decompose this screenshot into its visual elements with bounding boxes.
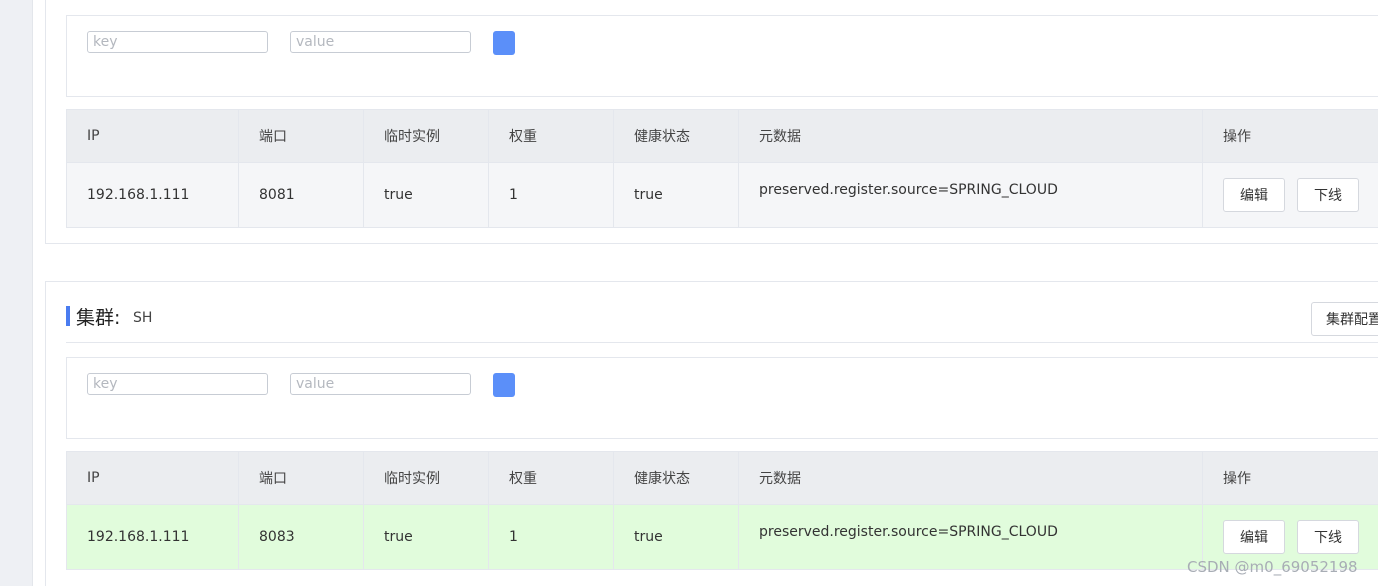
cell-ephemeral: true bbox=[364, 504, 489, 569]
offline-button[interactable]: 下线 bbox=[1297, 520, 1359, 554]
filter-value-input[interactable] bbox=[290, 373, 471, 395]
cell-health: true bbox=[614, 504, 739, 569]
header-ephemeral: 临时实例 bbox=[364, 452, 489, 504]
header-health: 健康状态 bbox=[614, 110, 739, 162]
left-sidebar-edge bbox=[0, 0, 33, 586]
cell-actions: 编辑 下线 bbox=[1203, 162, 1378, 227]
header-ip: IP bbox=[67, 110, 239, 162]
header-actions: 操作 bbox=[1223, 471, 1251, 487]
cluster-card-sh: 集群: SH 集群配置 IP 端口 临时实例 权重 健康状态 元数据 操作 19… bbox=[45, 281, 1378, 586]
cell-ip: 192.168.1.111 bbox=[67, 162, 239, 227]
cell-weight: 1 bbox=[489, 504, 614, 569]
table-header: IP 端口 临时实例 权重 健康状态 元数据 操作 bbox=[67, 110, 1378, 162]
header-ip: IP bbox=[67, 452, 239, 504]
header-port: 端口 bbox=[239, 452, 364, 504]
metadata-filter bbox=[66, 357, 1378, 439]
filter-value-input[interactable] bbox=[290, 31, 471, 53]
metadata-filter bbox=[66, 15, 1378, 97]
cluster-card-1: IP 端口 临时实例 权重 健康状态 元数据 操作 192.168.1.111 … bbox=[45, 0, 1378, 244]
cell-port: 8083 bbox=[239, 504, 364, 569]
header-metadata: 元数据 bbox=[739, 110, 1203, 162]
header-metadata: 元数据 bbox=[739, 452, 1203, 504]
cell-port: 8081 bbox=[239, 162, 364, 227]
cluster-label: 集群: bbox=[76, 307, 121, 329]
cell-health: true bbox=[614, 162, 739, 227]
cluster-config-button[interactable]: 集群配置 bbox=[1311, 302, 1378, 336]
page: IP 端口 临时实例 权重 健康状态 元数据 操作 192.168.1.111 … bbox=[0, 0, 1378, 586]
filter-add-button[interactable] bbox=[493, 373, 515, 397]
cell-weight: 1 bbox=[489, 162, 614, 227]
instance-table: IP 端口 临时实例 权重 健康状态 元数据 操作 192.168.1.111 … bbox=[66, 109, 1378, 228]
edit-button[interactable]: 编辑 bbox=[1223, 178, 1285, 212]
header-port: 端口 bbox=[239, 110, 364, 162]
header-weight: 权重 bbox=[489, 452, 614, 504]
offline-button[interactable]: 下线 bbox=[1297, 178, 1359, 212]
instance-table: IP 端口 临时实例 权重 健康状态 元数据 操作 192.168.1.111 … bbox=[66, 451, 1378, 570]
cell-ip: 192.168.1.111 bbox=[67, 504, 239, 569]
filter-key-input[interactable] bbox=[87, 373, 268, 395]
header-weight: 权重 bbox=[489, 110, 614, 162]
filter-key-input[interactable] bbox=[87, 31, 268, 53]
header-actions: 操作 bbox=[1223, 129, 1251, 145]
cluster-header: 集群: SH 集群配置 bbox=[66, 302, 1378, 343]
filter-add-button[interactable] bbox=[493, 31, 515, 55]
cell-metadata: preserved.register.source=SPRING_CLOUD bbox=[739, 162, 1203, 227]
table-header: IP 端口 临时实例 权重 健康状态 元数据 操作 bbox=[67, 452, 1378, 504]
cell-metadata: preserved.register.source=SPRING_CLOUD bbox=[739, 504, 1203, 569]
cell-ephemeral: true bbox=[364, 162, 489, 227]
cluster-accent-bar bbox=[66, 306, 70, 326]
watermark: CSDN @m0_69052198 bbox=[1187, 558, 1358, 576]
edit-button[interactable]: 编辑 bbox=[1223, 520, 1285, 554]
header-health: 健康状态 bbox=[614, 452, 739, 504]
cluster-name: SH bbox=[133, 310, 153, 326]
table-row: 192.168.1.111 8083 true 1 true preserved… bbox=[67, 504, 1378, 569]
header-ephemeral: 临时实例 bbox=[364, 110, 489, 162]
table-row: 192.168.1.111 8081 true 1 true preserved… bbox=[67, 162, 1378, 227]
